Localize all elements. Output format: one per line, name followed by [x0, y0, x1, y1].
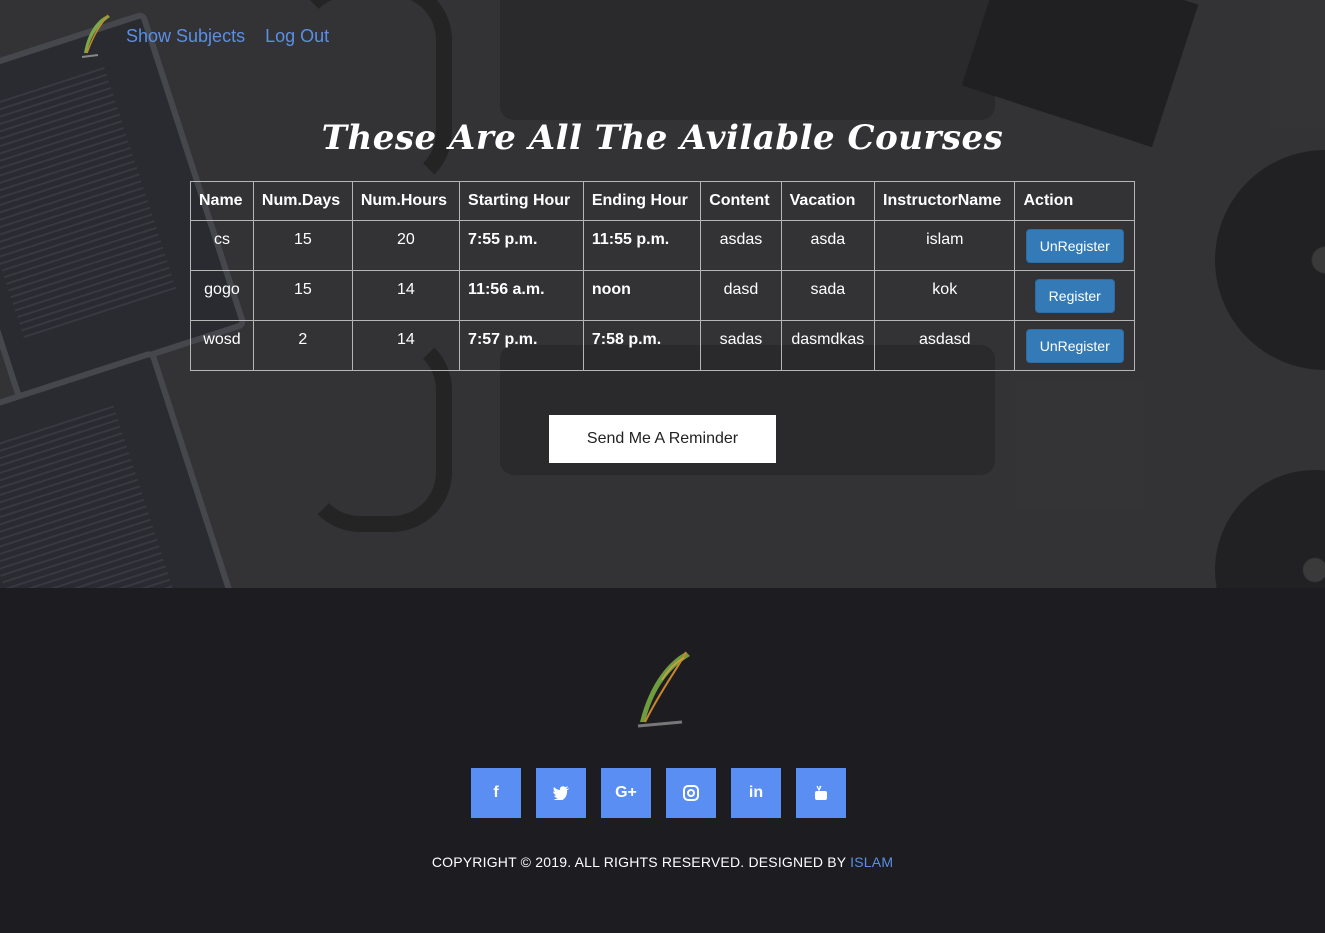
cell-action: Register [1014, 270, 1135, 321]
cell-days: 15 [252, 220, 353, 271]
column-header-action: Action [1014, 181, 1135, 221]
cell-action: UnRegister [1014, 220, 1135, 271]
courses-table: Name Num.Days Num.Hours Starting Hour En… [190, 181, 1135, 371]
table-row: wosd 2 14 7:57 p.m. 7:58 p.m. sadas dasm… [190, 320, 1135, 371]
cell-end: 7:58 p.m. [582, 320, 702, 371]
cell-days: 2 [252, 320, 353, 371]
register-button[interactable]: Register [1034, 278, 1115, 313]
cell-instructor: kok [874, 270, 1016, 321]
column-header-start: Starting Hour [459, 181, 584, 221]
cell-hours: 14 [351, 320, 461, 371]
cell-vacation: sada [780, 270, 876, 321]
column-header-instructor: InstructorName [874, 181, 1016, 221]
cell-content: sadas [700, 320, 782, 371]
page-title: These Are All The Avilable Courses [321, 118, 1004, 158]
table-row: gogo 15 14 11:56 a.m. noon dasd sada kok… [190, 270, 1135, 321]
copyright-text: COPYRIGHT © 2019. ALL RIGHTS RESERVED. D… [431, 854, 894, 870]
cell-days: 15 [252, 270, 353, 321]
instagram-icon[interactable] [666, 768, 716, 818]
cell-instructor: islam [874, 220, 1016, 271]
linkedin-icon[interactable]: in [731, 768, 781, 818]
twitter-icon[interactable] [536, 768, 586, 818]
top-nav: Show Subjects Log Out [78, 10, 349, 62]
column-header-content: Content [700, 181, 782, 221]
cell-name: wosd [190, 320, 254, 371]
cell-name: gogo [190, 270, 254, 321]
facebook-icon[interactable]: f [471, 768, 521, 818]
cell-hours: 20 [351, 220, 461, 271]
google-plus-icon[interactable]: G+ [601, 768, 651, 818]
cell-content: asdas [700, 220, 782, 271]
unregister-button[interactable]: UnRegister [1025, 228, 1124, 263]
unregister-button[interactable]: UnRegister [1025, 328, 1124, 363]
show-subjects-link[interactable]: Show Subjects [126, 26, 245, 47]
cell-vacation: dasmdkas [780, 320, 876, 371]
feather-logo-icon[interactable] [78, 13, 114, 59]
cell-name: cs [190, 220, 254, 271]
column-header-vacation: Vacation [780, 181, 876, 221]
cell-end: noon [582, 270, 702, 321]
column-header-end: Ending Hour [582, 181, 702, 221]
cell-action: UnRegister [1014, 320, 1135, 371]
cell-content: dasd [700, 270, 782, 321]
cell-vacation: asda [780, 220, 876, 271]
table-header-row: Name Num.Days Num.Hours Starting Hour En… [190, 181, 1135, 221]
cell-end: 11:55 p.m. [582, 220, 702, 271]
social-links: f G+ in [471, 768, 846, 818]
log-out-link[interactable]: Log Out [265, 26, 329, 47]
cell-start: 7:55 p.m. [459, 220, 584, 271]
cell-start: 7:57 p.m. [459, 320, 584, 371]
cell-start: 11:56 a.m. [459, 270, 584, 321]
youtube-icon[interactable] [796, 768, 846, 818]
column-header-days: Num.Days [252, 181, 353, 221]
feather-logo-icon [637, 651, 690, 728]
column-header-name: Name [190, 181, 254, 221]
send-reminder-button[interactable]: Send Me A Reminder [549, 415, 776, 463]
column-header-hours: Num.Hours [351, 181, 461, 221]
table-row: cs 15 20 7:55 p.m. 11:55 p.m. asdas asda… [190, 220, 1135, 271]
cell-hours: 14 [351, 270, 461, 321]
cell-instructor: asdasd [874, 320, 1016, 371]
designer-link[interactable]: ISLAM [850, 854, 893, 870]
